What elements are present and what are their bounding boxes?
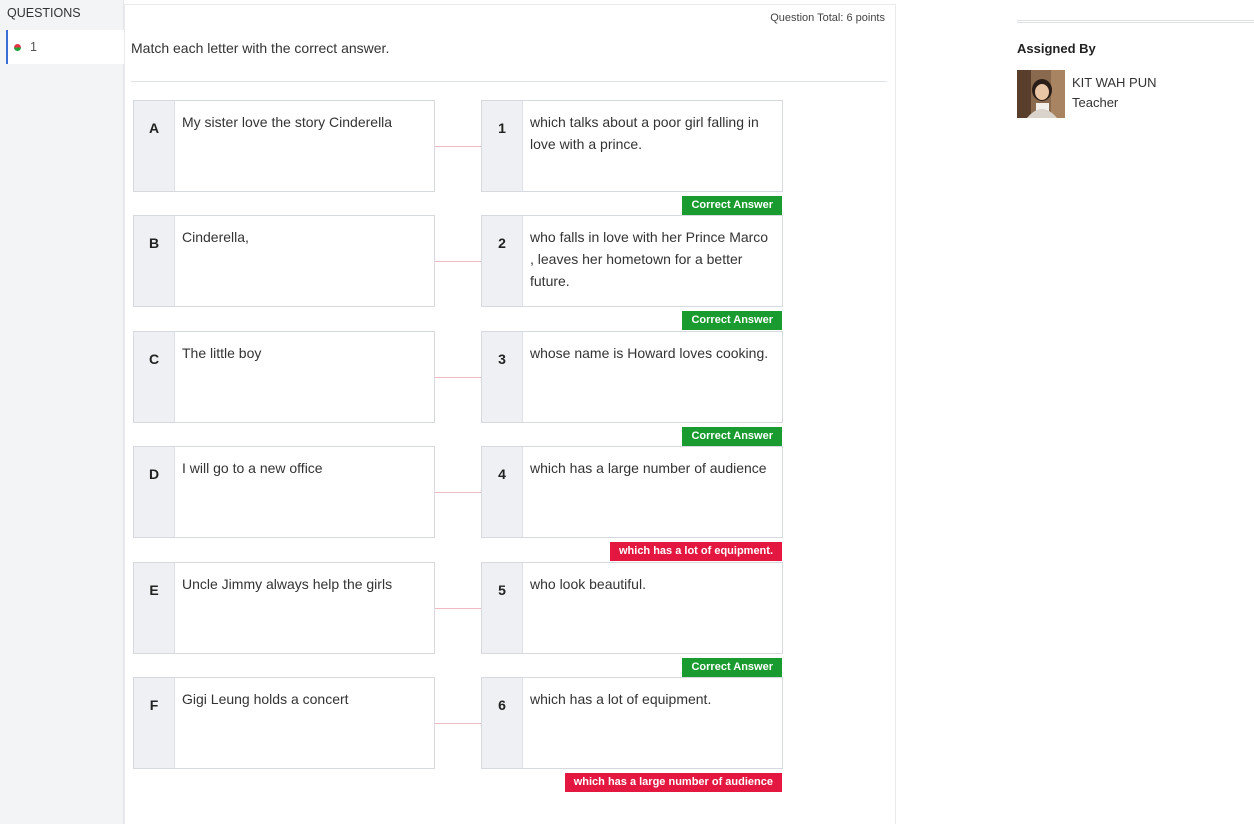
- answer-text: which has a large number of audience: [530, 460, 767, 476]
- divider: [131, 81, 887, 82]
- item-letter: E: [134, 563, 175, 653]
- item-letter: C: [134, 332, 175, 422]
- item-letter: F: [134, 678, 175, 768]
- result-badge-correct: Correct Answer: [682, 311, 782, 330]
- answer-number: 1: [482, 101, 523, 191]
- question-nav-item-1[interactable]: 1: [6, 30, 124, 64]
- match-item-c: C The little boy: [133, 331, 435, 423]
- match-answer-2: 2 who falls in love with her Prince Marc…: [481, 215, 783, 330]
- item-text: Cinderella,: [182, 229, 249, 245]
- answer-number: 6: [482, 678, 523, 768]
- match-item-e: E Uncle Jimmy always help the girls: [133, 562, 435, 654]
- match-connector: [435, 608, 481, 609]
- match-row-b: B Cinderella, 2 who falls in love with h…: [133, 215, 783, 330]
- questions-sidebar: QUESTIONS 1: [0, 0, 124, 824]
- match-answer-6: 6 which has a lot of equipment. which ha…: [481, 677, 783, 792]
- answer-text: who falls in love with her Prince Marco …: [530, 229, 769, 289]
- answer-number: 2: [482, 216, 523, 306]
- question-prompt: Match each letter with the correct answe…: [131, 40, 390, 56]
- item-text: I will go to a new office: [182, 460, 323, 476]
- item-text: Uncle Jimmy always help the girls: [182, 576, 393, 592]
- result-badge-correct: Correct Answer: [682, 427, 782, 446]
- match-item-d: D I will go to a new office: [133, 446, 435, 538]
- answer-text: who look beautiful.: [530, 576, 646, 592]
- answer-number: 5: [482, 563, 523, 653]
- answer-number: 3: [482, 332, 523, 422]
- match-row-c: C The little boy 3 whose name is Howard …: [133, 331, 783, 446]
- match-item-a: A My sister love the story Cinderella: [133, 100, 435, 192]
- result-badge-incorrect: which has a large number of audience: [564, 773, 782, 792]
- question-card: Question Total: 6 points Match each lett…: [124, 4, 896, 824]
- match-answer-3: 3 whose name is Howard loves cooking. Co…: [481, 331, 783, 446]
- questions-header: QUESTIONS: [0, 0, 123, 30]
- match-row-e: E Uncle Jimmy always help the girls 5 wh…: [133, 562, 783, 677]
- match-connector: [435, 723, 481, 724]
- match-answer-1: 1 which talks about a poor girl falling …: [481, 100, 783, 215]
- item-letter: D: [134, 447, 175, 537]
- sidebar-divider: [1017, 20, 1254, 23]
- question-number: 1: [30, 40, 37, 54]
- match-connector: [435, 146, 481, 147]
- assigned-by-label: Assigned By: [1017, 41, 1096, 56]
- match-answer-4: 4 which has a large number of audience w…: [481, 446, 783, 561]
- match-row-a: A My sister love the story Cinderella 1 …: [133, 100, 783, 215]
- item-text: The little boy: [182, 345, 262, 361]
- teacher-name: KIT WAH PUN: [1072, 75, 1157, 90]
- status-dot-icon: [14, 43, 21, 51]
- match-answer-5: 5 who look beautiful. Correct Answer: [481, 562, 783, 677]
- match-connector: [435, 261, 481, 262]
- answer-text: whose name is Howard loves cooking.: [530, 345, 769, 361]
- answer-number: 4: [482, 447, 523, 537]
- answer-text: which has a lot of equipment.: [530, 691, 712, 707]
- item-text: Gigi Leung holds a concert: [182, 691, 349, 707]
- match-item-f: F Gigi Leung holds a concert: [133, 677, 435, 769]
- match-connector: [435, 377, 481, 378]
- teacher-avatar[interactable]: [1017, 70, 1065, 118]
- question-total: Question Total: 6 points: [770, 12, 885, 24]
- result-badge-incorrect: which has a lot of equipment.: [609, 542, 782, 561]
- match-item-b: B Cinderella,: [133, 215, 435, 307]
- avatar-photo-icon: [1017, 70, 1065, 118]
- result-badge-correct: Correct Answer: [682, 658, 782, 677]
- item-letter: A: [134, 101, 175, 191]
- item-text: My sister love the story Cinderella: [182, 114, 393, 130]
- teacher-role: Teacher: [1072, 95, 1119, 110]
- answer-text: which talks about a poor girl falling in…: [530, 114, 759, 152]
- match-row-d: D I will go to a new office 4 which has …: [133, 446, 783, 561]
- match-row-f: F Gigi Leung holds a concert 6 which has…: [133, 677, 783, 792]
- item-letter: B: [134, 216, 175, 306]
- match-connector: [435, 492, 481, 493]
- result-badge-correct: Correct Answer: [682, 196, 782, 215]
